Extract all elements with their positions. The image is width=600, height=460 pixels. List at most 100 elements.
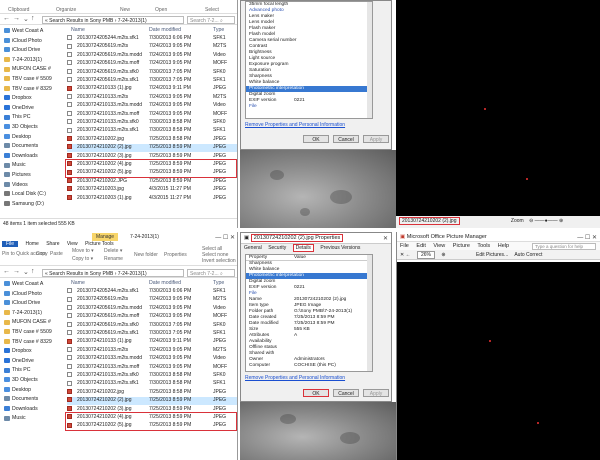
menu-view[interactable]: View [433,243,445,249]
table-row[interactable]: 20130724210203 (1).jpg 4/3/2015 11:27 PM J… [67,195,237,203]
tab-general[interactable]: General [244,245,262,251]
chevron-down-icon[interactable]: ⌄ [23,268,29,276]
move-to-button[interactable]: Move to ▾ [72,248,94,254]
table-row[interactable]: 20130724210133 (1).jpg 7/24/2013 9:11 PM J… [67,338,237,346]
tab-security[interactable]: Security [268,245,286,251]
edit-pictures-button[interactable]: Edit Pictures... [476,252,508,258]
table-row[interactable]: 20130724210133.m2ts 7/24/2013 9:05 PM M2TS [67,94,237,102]
tab-view[interactable]: View [67,241,78,247]
menu-help[interactable]: Help [498,243,509,249]
table-row[interactable]: 20130724205244.m2ts.sfk1 7/30/2013 6:06 P… [67,35,237,43]
table-row[interactable]: 20130724205619.m2ts 7/24/2013 9:05 PM M2TS [67,296,237,304]
sidebar-item[interactable]: MUFON CASE # [4,319,51,328]
table-row[interactable]: 20130724210133.m2ts.sfk0 7/30/2013 8:58 P… [67,119,237,127]
paste-button[interactable]: Paste [50,251,63,257]
manage-tab[interactable]: Manage [92,233,119,241]
scrollbar[interactable] [367,255,372,371]
window-controls[interactable]: — ☐ ✕ [215,234,235,241]
table-row[interactable]: 20130724205619.m2ts.moff 7/24/2013 9:05 P… [67,313,237,321]
ok-button[interactable]: OK [303,135,329,143]
sidebar-item[interactable]: Videos [4,182,28,191]
cancel-button[interactable]: Cancel [333,135,359,143]
tab-home[interactable]: Home [25,241,38,247]
sidebar-item[interactable]: Local Disk (C:) [4,191,46,200]
table-row[interactable]: 20130724210202.JPG 7/25/2013 8:59 PM JPEG [67,178,237,186]
menu-tools[interactable]: Tools [477,243,490,249]
sidebar-item[interactable]: West Coast A [4,281,43,290]
new-folder-button[interactable]: New folder [134,252,158,258]
sidebar-item[interactable]: Downloads [4,153,38,162]
sidebar-item[interactable]: This PC [4,367,30,376]
window-controls[interactable]: — ☐ ✕ [577,234,597,241]
table-row[interactable]: 20130724210133.m2ts.sfk0 7/30/2013 8:58 P… [67,372,237,380]
table-row[interactable]: 20130724210133.m2ts.modd 7/24/2013 9:05 P… [67,355,237,363]
search-input[interactable]: Search 7-2... ⌕ [187,269,235,277]
remove-properties-link[interactable]: Remove Properties and Personal Informati… [245,375,345,381]
sidebar-item[interactable]: TBV case # 8329 [4,339,52,348]
breadcrumb[interactable]: « Search Results in Sony PMB › 7-24-2013… [42,269,184,277]
sidebar-item[interactable]: OneDrive [4,105,34,114]
table-row[interactable]: 20130724205619.m2ts.sfk1 7/30/2013 7:05 P… [67,330,237,338]
search-input[interactable]: Search 7-2... ⌕ [187,16,235,24]
sidebar-item[interactable]: Dropbox [4,95,32,104]
tab-picture-tools[interactable]: Picture Tools [85,241,114,247]
sidebar-item[interactable]: 7-24-2013(1) [4,310,42,319]
sidebar-item[interactable]: iCloud Photo [4,291,42,300]
tab-details[interactable]: Details [292,244,314,252]
sidebar-item[interactable]: iCloud Photo [4,38,42,47]
table-row[interactable]: 20130724205619.m2ts.sfk0 7/30/2013 7:05 P… [67,322,237,330]
table-row[interactable]: 20130724210203.jpg 4/3/2015 11:27 PM JPEG [67,186,237,194]
tab-file[interactable]: File [2,241,19,247]
help-question-input[interactable]: Type a question for help [532,243,596,250]
sidebar-item[interactable]: West Coast A [4,28,43,37]
cancel-button[interactable]: Cancel [333,389,359,397]
column-type[interactable]: Type [213,280,224,286]
breadcrumb[interactable]: « Search Results in Sony PMB › 7-24-2013… [42,16,184,24]
column-name[interactable]: Name [71,27,85,33]
sidebar-item[interactable]: TBV case # 5509 [4,329,52,338]
close-icon[interactable]: ✕ [383,235,388,242]
zoom-slider[interactable]: ⊖ ——●—— ⊕ [529,218,563,224]
table-row[interactable]: 20130724210202 (2).jpg 7/25/2013 8:59 PM J… [67,397,237,406]
zoom-in-icon[interactable]: ⊕ [441,252,445,258]
sidebar-item[interactable]: OneDrive [4,358,34,367]
table-row[interactable]: 20130724205619.m2ts 7/24/2013 9:05 PM M2TS [67,43,237,51]
sidebar-item[interactable]: Documents [4,396,38,405]
property-row[interactable]: Computer COCHISE (this PC) [246,363,372,369]
table-row[interactable]: 20130724205619.m2ts.sfk1 7/30/2013 7:05 P… [67,77,237,85]
ok-button[interactable]: OK [303,389,329,397]
table-row[interactable]: 20130724210133.m2ts.moff 7/24/2013 9:05 P… [67,364,237,372]
sidebar-item[interactable]: 7-24-2013(1) [4,57,42,66]
scrollbar[interactable] [367,2,372,118]
sidebar-item[interactable]: Music [4,415,26,424]
zoom-out-icon[interactable]: ✕ ← [400,252,411,258]
sidebar-item[interactable]: TBV case # 5509 [4,76,52,85]
sidebar-item[interactable]: iCloud Drive [4,47,40,56]
sidebar-item[interactable]: Dropbox [4,348,32,357]
table-row[interactable]: 20130724210202 (2).jpg 7/25/2013 8:59 PM J… [67,144,237,153]
properties-button[interactable]: Properties [164,252,187,258]
properties-list[interactable]: Property Value Sharpness White balance Photo… [245,254,373,372]
table-row[interactable]: 20130724205619.m2ts.modd 7/24/2013 9:05 P… [67,52,237,60]
table-row[interactable]: 20130724210133.m2ts.moff 7/24/2013 9:05 P… [67,111,237,119]
sidebar-item[interactable]: 3D Objects [4,377,38,386]
properties-list[interactable]: 35mm focal length Advanced photo Lens make… [245,1,373,119]
sidebar-item[interactable]: Downloads [4,406,38,415]
sidebar-item[interactable]: Desktop [4,134,31,143]
sidebar-item[interactable]: Documents [4,143,38,152]
table-row[interactable]: 20130724210133 (1).jpg 7/24/2013 9:11 PM J… [67,85,237,93]
sidebar-item[interactable]: Desktop [4,387,31,396]
invert-selection-button[interactable]: Invert selection [202,258,236,264]
sidebar-item[interactable]: iCloud Drive [4,300,40,309]
up-arrow-icon[interactable]: ↑ [31,268,35,275]
menu-file[interactable]: File [400,243,409,249]
column-date-modified[interactable]: Date modified [149,27,181,33]
back-arrow-icon[interactable]: ← [3,268,10,275]
rename-button[interactable]: Rename [104,256,123,262]
auto-correct-button[interactable]: Auto Correct [514,252,542,258]
tab-share[interactable]: Share [46,241,59,247]
table-row[interactable]: 20130724210202.jpg 7/25/2013 8:58 PM JPEG [67,389,237,397]
copy-button[interactable]: Copy [36,251,48,257]
chevron-down-icon[interactable]: ⌄ [23,15,29,23]
table-row[interactable]: 20130724205619.m2ts.sfk0 7/30/2013 7:05 P… [67,69,237,77]
